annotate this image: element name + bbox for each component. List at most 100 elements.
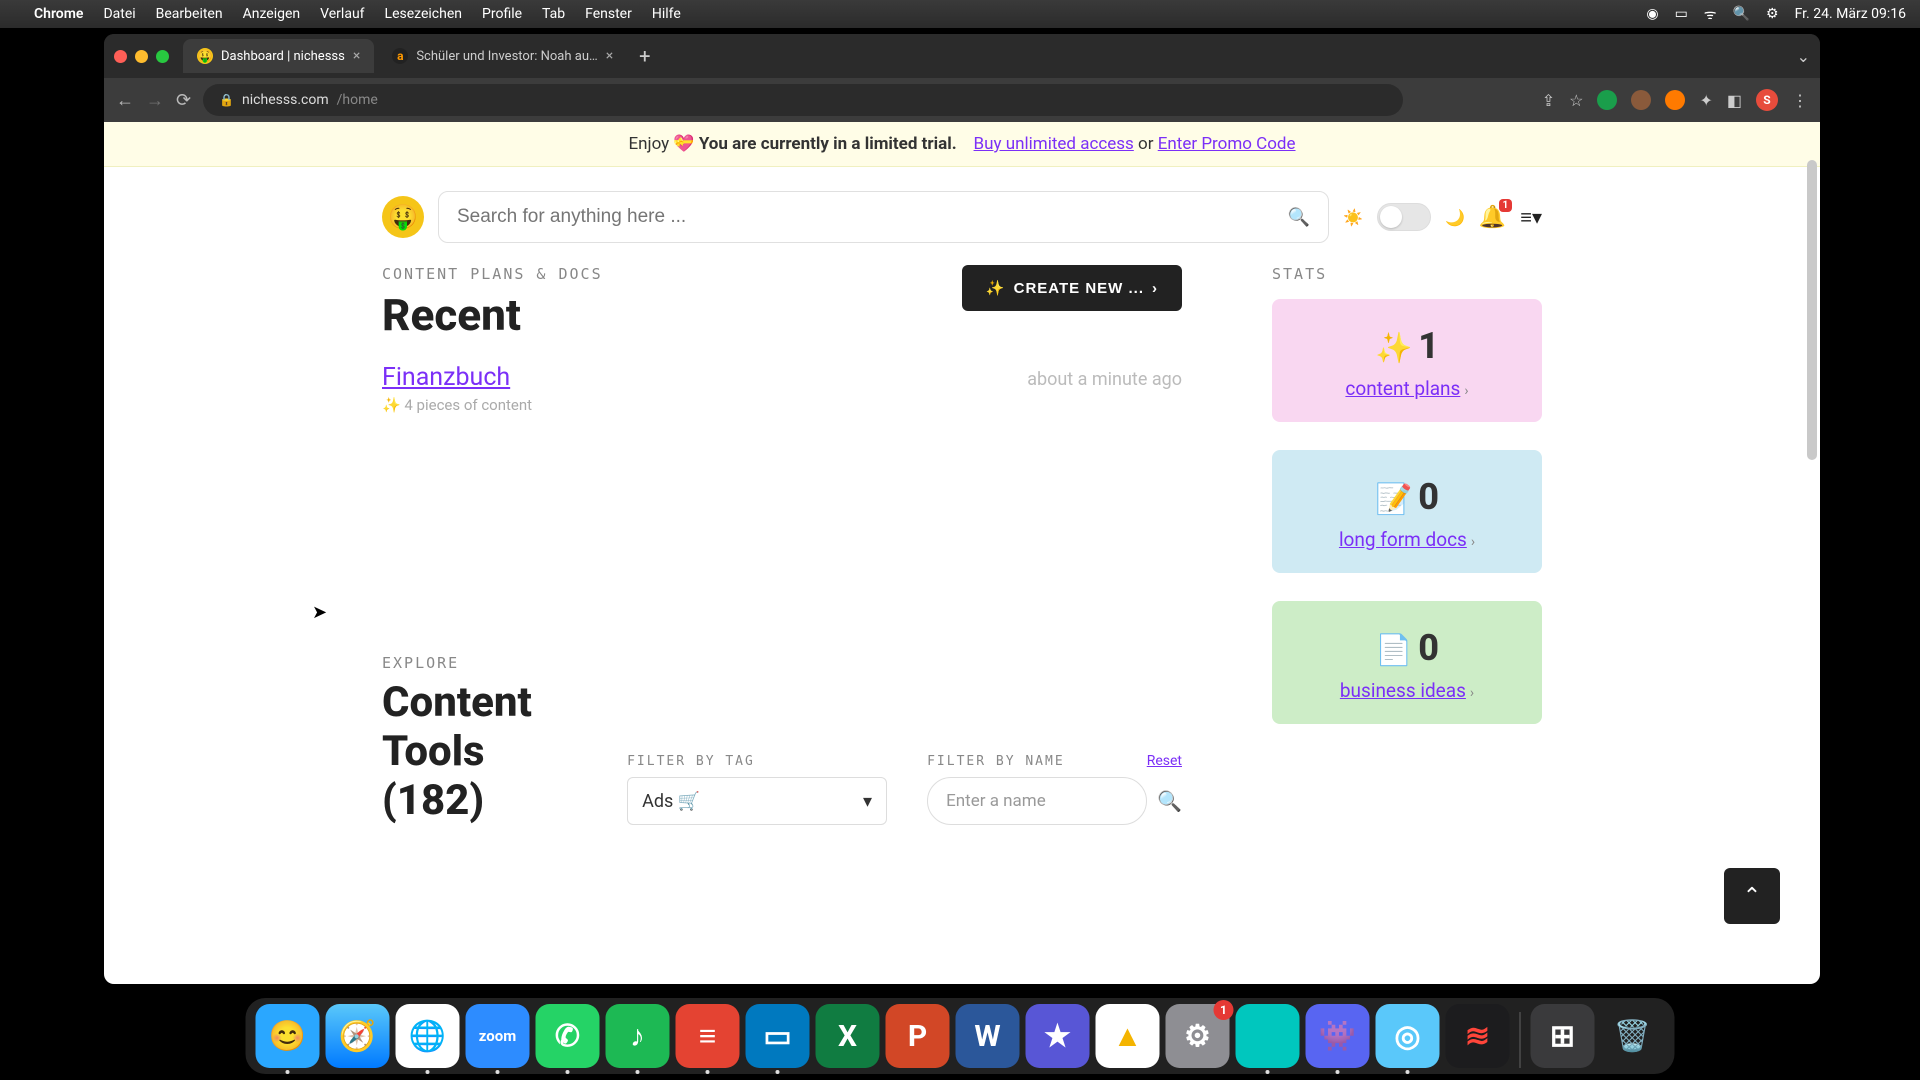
menubar-app-name[interactable]: Chrome [34, 6, 83, 22]
extension-icon[interactable] [1665, 90, 1685, 110]
status-record-icon[interactable]: ◉ [1646, 6, 1658, 22]
stat-card-long-form-docs[interactable]: 📝0 long form docs› [1272, 450, 1542, 573]
bookmark-icon[interactable]: ☆ [1569, 91, 1583, 110]
tab-close-icon[interactable]: × [606, 48, 613, 64]
menu-bearbeiten[interactable]: Bearbeiten [156, 6, 223, 22]
search-input[interactable] [457, 206, 1288, 228]
buy-unlimited-link[interactable]: Buy unlimited access [974, 134, 1134, 154]
tab-title: Dashboard | nichesss [221, 49, 345, 64]
forward-button[interactable]: → [146, 90, 164, 111]
url-field[interactable]: 🔒 nichesss.com/home [203, 84, 1403, 116]
search-field-wrap[interactable]: 🔍 [438, 191, 1329, 243]
profile-avatar[interactable]: S [1756, 89, 1778, 111]
tab-close-icon[interactable]: × [353, 48, 360, 64]
menu-verlauf[interactable]: Verlauf [320, 6, 364, 22]
dock-spotify[interactable]: ♪ [606, 1004, 670, 1068]
dock-voice-memos[interactable]: ≋ [1446, 1004, 1510, 1068]
tabs-dropdown-icon[interactable]: ⌄ [1797, 47, 1810, 66]
heart-icon: 💝 [673, 134, 694, 154]
back-button[interactable]: ← [116, 90, 134, 111]
menu-hilfe[interactable]: Hilfe [652, 6, 681, 22]
scroll-to-top-button[interactable]: ⌃ [1724, 868, 1780, 924]
dock-drive[interactable]: ▲ [1096, 1004, 1160, 1068]
dock-imovie[interactable]: ★ [1026, 1004, 1090, 1068]
menu-fenster[interactable]: Fenster [585, 6, 632, 22]
recent-item-time: about a minute ago [1027, 369, 1182, 390]
close-window-button[interactable] [114, 50, 127, 63]
stat-link[interactable]: long form docs [1339, 528, 1467, 551]
filter-tag-select[interactable]: Ads 🛒 ▾ [627, 777, 887, 825]
notifications-button[interactable]: 🔔 1 [1479, 205, 1506, 230]
hamburger-menu-button[interactable]: ≡▾ [1520, 205, 1542, 230]
chevron-right-icon: › [1464, 383, 1468, 399]
chevron-right-icon: › [1152, 280, 1158, 297]
dock-trello[interactable]: ▭ [746, 1004, 810, 1068]
sidepanel-icon[interactable]: ◧ [1727, 91, 1742, 110]
notification-badge: 1 [1499, 199, 1513, 212]
dock-safari[interactable]: 🧭 [326, 1004, 390, 1068]
status-control-center-icon[interactable]: ⚙ [1766, 6, 1779, 22]
stat-link[interactable]: business ideas [1340, 679, 1466, 702]
search-icon[interactable]: 🔍 [1157, 789, 1182, 813]
url-host: nichesss.com [242, 92, 329, 108]
menu-lesezeichen[interactable]: Lesezeichen [385, 6, 462, 22]
reload-button[interactable]: ⟳ [176, 90, 191, 111]
tab-amazon[interactable]: a Schüler und Investor: Noah au… × [378, 39, 627, 73]
dock-app-teal[interactable] [1236, 1004, 1300, 1068]
promo-code-link[interactable]: Enter Promo Code [1158, 134, 1296, 154]
stat-card-business-ideas[interactable]: 📄0 business ideas› [1272, 601, 1542, 724]
reset-link[interactable]: Reset [1147, 753, 1182, 769]
minimize-window-button[interactable] [135, 50, 148, 63]
create-new-button[interactable]: ✨ CREATE NEW ... › [962, 265, 1182, 311]
dock-app-blue[interactable]: ◎ [1376, 1004, 1440, 1068]
chrome-menu-icon[interactable]: ⋮ [1792, 91, 1808, 110]
dock-word[interactable]: W [956, 1004, 1020, 1068]
menu-anzeigen[interactable]: Anzeigen [243, 6, 301, 22]
extension-icon[interactable] [1597, 90, 1617, 110]
filter-tag-value: Ads 🛒 [642, 791, 700, 812]
extension-icon[interactable] [1631, 90, 1651, 110]
dock-excel[interactable]: X [816, 1004, 880, 1068]
banner-text: Enjoy [628, 134, 673, 154]
dock-trash[interactable]: 🗑️ [1601, 1004, 1665, 1068]
dock-launchpad[interactable]: ⊞ [1531, 1004, 1595, 1068]
dock-chrome[interactable]: 🌐 [396, 1004, 460, 1068]
scrollbar-thumb[interactable] [1807, 160, 1817, 460]
share-icon[interactable]: ⇪ [1542, 91, 1555, 110]
dock-finder[interactable]: 😊 [256, 1004, 320, 1068]
dock-powerpoint[interactable]: P [886, 1004, 950, 1068]
stat-link[interactable]: content plans [1345, 377, 1460, 400]
tab-title: Schüler und Investor: Noah au… [416, 49, 597, 64]
dock-zoom[interactable]: zoom [466, 1004, 530, 1068]
stat-card-content-plans[interactable]: ✨1 content plans› [1272, 299, 1542, 422]
new-tab-button[interactable]: + [631, 44, 658, 68]
fullscreen-window-button[interactable] [156, 50, 169, 63]
menu-datei[interactable]: Datei [103, 6, 135, 22]
dock-todoist[interactable]: ≡ [676, 1004, 740, 1068]
status-search-icon[interactable]: 🔍 [1733, 6, 1750, 22]
search-icon[interactable]: 🔍 [1288, 207, 1310, 228]
theme-toggle[interactable] [1377, 203, 1431, 231]
status-battery-icon[interactable]: ▭ [1675, 6, 1688, 22]
dock-settings[interactable]: ⚙1 [1166, 1004, 1230, 1068]
menubar-clock[interactable]: Fr. 24. März 09:16 [1795, 6, 1906, 22]
page-icon: 📄 [1375, 633, 1412, 668]
trial-banner: Enjoy 💝 You are currently in a limited t… [104, 122, 1820, 167]
tab-favicon-icon: a [392, 48, 408, 64]
app-logo[interactable]: 🤑 [382, 196, 424, 238]
tab-favicon-icon: 🤑 [197, 48, 213, 64]
filter-name-input[interactable]: Enter a name [927, 777, 1147, 825]
recent-item-title[interactable]: Finanzbuch [382, 363, 510, 392]
dock-discord[interactable]: 👾 [1306, 1004, 1370, 1068]
banner-or: or [1134, 134, 1158, 154]
menu-tab[interactable]: Tab [542, 6, 565, 22]
dock-whatsapp[interactable]: ✆ [536, 1004, 600, 1068]
window-controls [114, 50, 169, 63]
dock-badge: 1 [1214, 1000, 1234, 1020]
extensions-menu-icon[interactable]: ✦ [1699, 91, 1712, 110]
page-scrollbar[interactable] [1804, 122, 1820, 984]
filter-tag-label: FILTER BY TAG [627, 754, 887, 769]
status-wifi-icon[interactable]: ᯤ [1704, 5, 1717, 24]
menu-profile[interactable]: Profile [482, 6, 522, 22]
tab-dashboard[interactable]: 🤑 Dashboard | nichesss × [183, 39, 374, 73]
